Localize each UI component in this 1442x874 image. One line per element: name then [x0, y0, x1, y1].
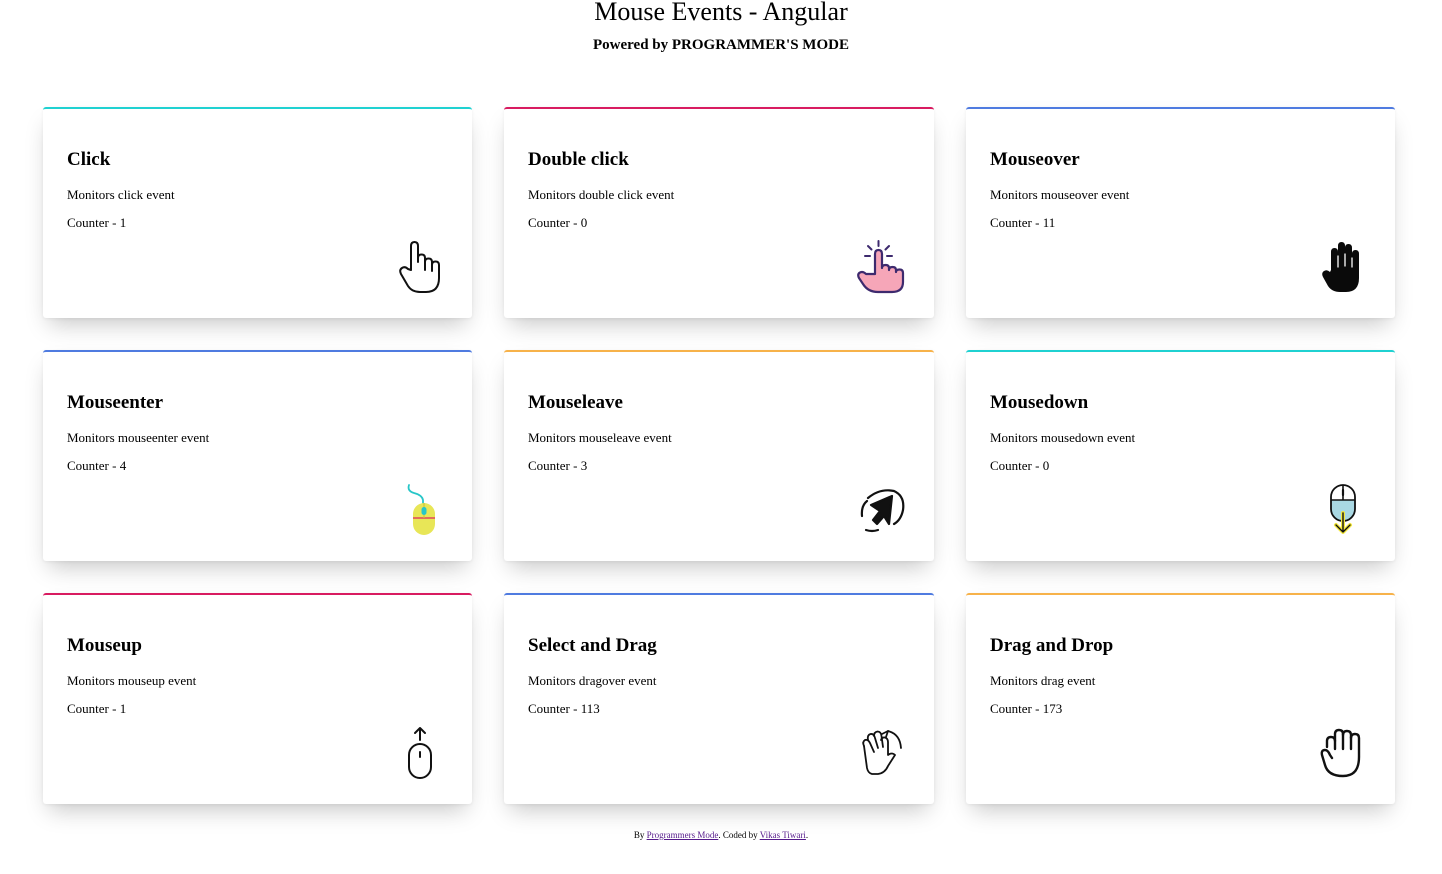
- card-counter: Counter - 113: [528, 701, 600, 716]
- card-description: Monitors mouseover event: [990, 187, 1130, 202]
- select-and-drag-card[interactable]: Select and Drag Monitors dragover event …: [504, 593, 934, 804]
- card-description: Monitors mousedown event: [990, 430, 1136, 445]
- card-title: Mouseover: [990, 149, 1080, 170]
- double-tap-hand-icon: [854, 238, 910, 296]
- card-counter: Counter - 173: [990, 701, 1063, 716]
- cursor-exit-icon: [854, 481, 910, 539]
- programmers-mode-link[interactable]: Programmers Mode: [647, 830, 719, 840]
- card-counter: Counter - 1: [67, 701, 127, 716]
- card-title: Double click: [528, 149, 629, 170]
- computer-mouse-icon: [392, 481, 448, 539]
- click-card[interactable]: Click Monitors click event Counter - 1: [43, 107, 472, 318]
- card-description: Monitors mouseup event: [67, 673, 197, 688]
- mouse-scroll-up-icon: [392, 724, 448, 782]
- page: Mouse Events - Angular Powered by PROGRA…: [0, 0, 1442, 874]
- drag-hand-icon: [854, 724, 910, 782]
- card-title: Select and Drag: [528, 635, 657, 656]
- card-title: Mouseenter: [67, 392, 164, 413]
- card-title: Mousedown: [990, 392, 1089, 413]
- mouseover-card[interactable]: Mouseover Monitors mouseover event Count…: [966, 107, 1395, 318]
- pointing-hand-icon: [392, 238, 448, 296]
- card-description: Monitors dragover event: [528, 673, 657, 688]
- mousedown-card[interactable]: Mousedown Monitors mousedown event Count…: [966, 350, 1395, 561]
- card-description: Monitors click event: [67, 187, 175, 202]
- page-subtitle: Powered by PROGRAMMER'S MODE: [593, 37, 849, 53]
- raised-hand-icon: [1315, 238, 1371, 296]
- footer: By Programmers Mode. Coded by Vikas Tiwa…: [0, 829, 1442, 841]
- card-counter: Counter - 3: [528, 458, 588, 473]
- footer-coded-by: . Coded by: [718, 830, 758, 840]
- double-click-card[interactable]: Double click Monitors double click event…: [504, 107, 934, 318]
- footer-by: By: [633, 830, 645, 840]
- vikas-tiwari-link[interactable]: Vikas Tiwari: [760, 830, 806, 840]
- mouseenter-card[interactable]: Mouseenter Monitors mouseenter event Cou…: [43, 350, 472, 561]
- card-title: Mouseleave: [528, 392, 623, 413]
- event-card-grid: Click Monitors click event Counter - 1 D…: [43, 107, 1395, 804]
- footer-end: .: [805, 830, 809, 840]
- mouseup-card[interactable]: Mouseup Monitors mouseup event Counter -…: [43, 593, 472, 804]
- mouseleave-card[interactable]: Mouseleave Monitors mouseleave event Cou…: [504, 350, 934, 561]
- card-title: Mouseup: [67, 635, 142, 656]
- card-title: Drag and Drop: [990, 635, 1114, 656]
- page-title: Mouse Events - Angular: [594, 0, 848, 26]
- card-title: Click: [67, 149, 111, 170]
- card-description: Monitors mouseenter event: [67, 430, 210, 445]
- card-description: Monitors mouseleave event: [528, 430, 672, 445]
- card-description: Monitors drag event: [990, 673, 1096, 688]
- mouse-scroll-down-icon: [1315, 481, 1371, 539]
- card-counter: Counter - 4: [67, 458, 127, 473]
- card-counter: Counter - 0: [990, 458, 1050, 473]
- card-description: Monitors double click event: [528, 187, 675, 202]
- card-counter: Counter - 1: [67, 215, 127, 230]
- card-counter: Counter - 11: [990, 215, 1056, 230]
- grab-hand-icon: [1315, 724, 1371, 782]
- card-counter: Counter - 0: [528, 215, 588, 230]
- drag-and-drop-card[interactable]: Drag and Drop Monitors drag event Counte…: [966, 593, 1395, 804]
